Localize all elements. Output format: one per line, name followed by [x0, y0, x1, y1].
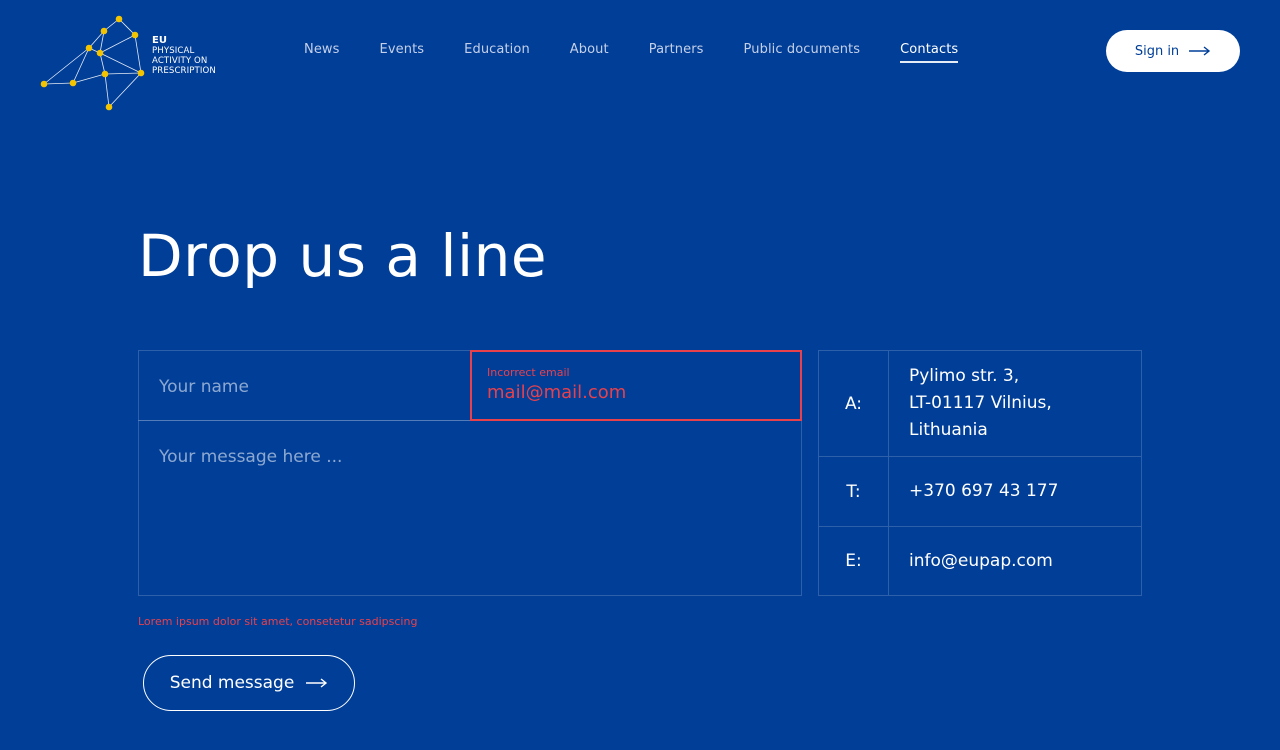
email-key: E: [819, 527, 889, 595]
sign-in-label: Sign in [1134, 43, 1180, 59]
nav-item-public-documents[interactable]: Public documents [744, 42, 861, 62]
nav-item-education[interactable]: Education [464, 42, 530, 62]
contact-form: Your name Incorrect email mail@mail.com … [138, 350, 802, 596]
message-field[interactable]: Your message here ... [138, 420, 802, 596]
address-row: A: Pylimo str. 3, LT-01117 Vilnius, Lith… [819, 351, 1141, 457]
address-line-1: Pylimo str. 3, [909, 366, 1020, 386]
email-row: E: info@eupap.com [819, 527, 1141, 595]
phone-value[interactable]: +370 697 43 177 [889, 457, 1141, 526]
name-field[interactable]: Your name [138, 350, 471, 421]
arrow-right-icon [1189, 46, 1211, 56]
address-key: A: [819, 351, 889, 456]
network-logo-icon [40, 15, 145, 111]
arrow-right-icon [306, 678, 328, 688]
main-nav: News Events Education About Partners Pub… [304, 42, 998, 63]
contact-info-table: A: Pylimo str. 3, LT-01117 Vilnius, Lith… [818, 350, 1142, 596]
phone-row: T: +370 697 43 177 [819, 457, 1141, 527]
nav-item-events[interactable]: Events [380, 42, 425, 62]
name-placeholder: Your name [159, 377, 249, 397]
page-title: Drop us a line [138, 222, 548, 290]
nav-item-partners[interactable]: Partners [649, 42, 704, 62]
logo-line-physical: PHYSICAL [152, 46, 195, 56]
logo-text: EU PHYSICAL ACTIVITY ON PRESCRIPTION [152, 35, 216, 76]
send-message-label: Send message [169, 673, 295, 693]
nav-item-news[interactable]: News [304, 42, 340, 62]
phone-key: T: [819, 457, 889, 526]
logo-line-activity: ACTIVITY ON [152, 56, 208, 66]
send-message-button[interactable]: Send message [143, 655, 355, 711]
email-field[interactable]: Incorrect email mail@mail.com [470, 350, 802, 421]
address-value: Pylimo str. 3, LT-01117 Vilnius, Lithuan… [889, 351, 1141, 456]
message-placeholder: Your message here ... [159, 447, 343, 467]
form-error-note: Lorem ipsum dolor sit amet, consetetur s… [138, 615, 418, 628]
sign-in-button[interactable]: Sign in [1106, 30, 1240, 72]
email-value: mail@mail.com [487, 382, 627, 403]
site-logo[interactable]: EU PHYSICAL ACTIVITY ON PRESCRIPTION [36, 12, 226, 116]
address-line-3: Lithuania [909, 420, 988, 440]
nav-item-about[interactable]: About [570, 42, 609, 62]
address-line-2: LT-01117 Vilnius, [909, 393, 1052, 413]
logo-line-prescription: PRESCRIPTION [152, 66, 216, 76]
email-error-label: Incorrect email [487, 366, 570, 379]
nav-item-contacts[interactable]: Contacts [900, 42, 959, 63]
contact-email-value[interactable]: info@eupap.com [889, 527, 1141, 595]
logo-line-eu: EU [152, 35, 168, 46]
